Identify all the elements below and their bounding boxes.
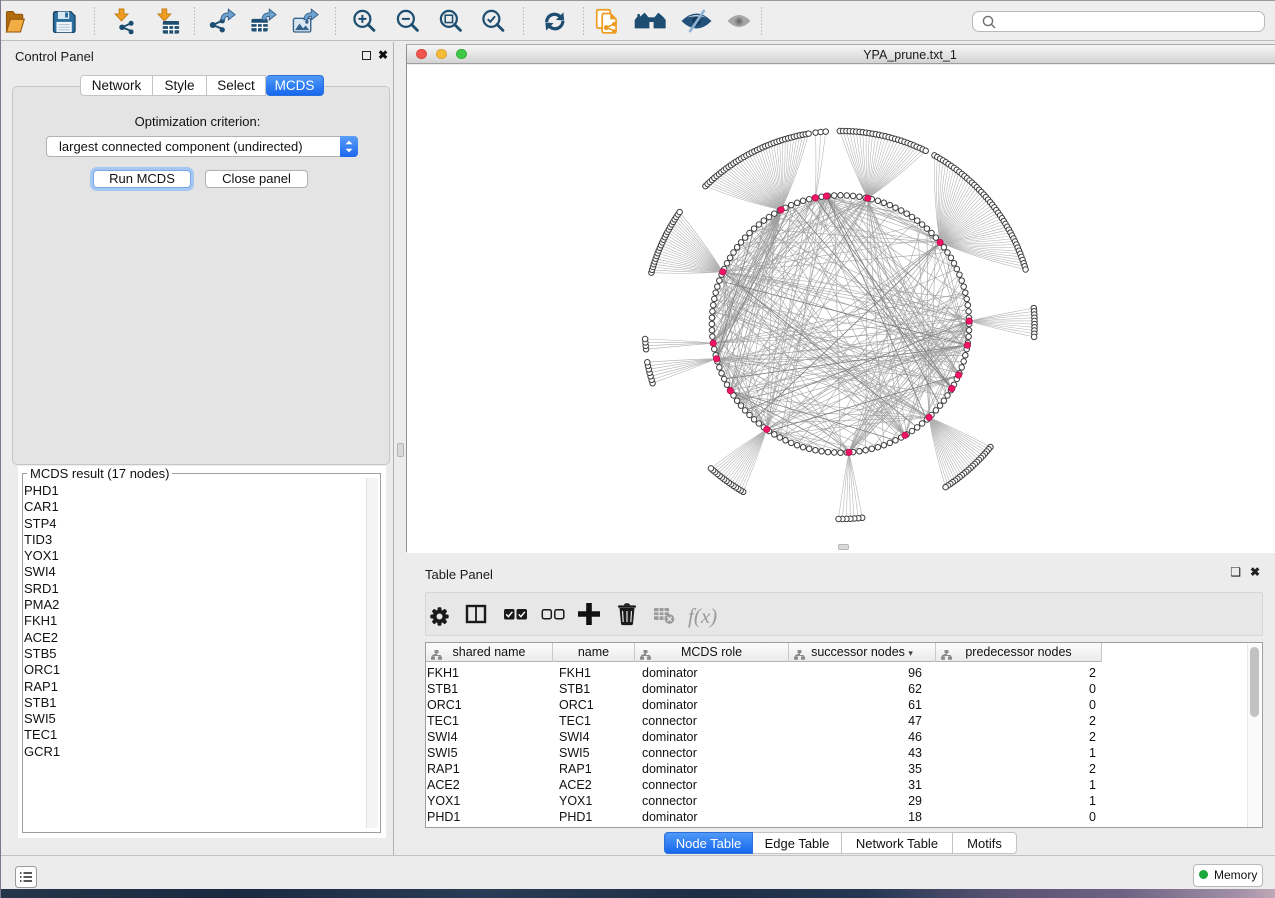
svg-text:f(x): f(x) xyxy=(688,604,717,628)
